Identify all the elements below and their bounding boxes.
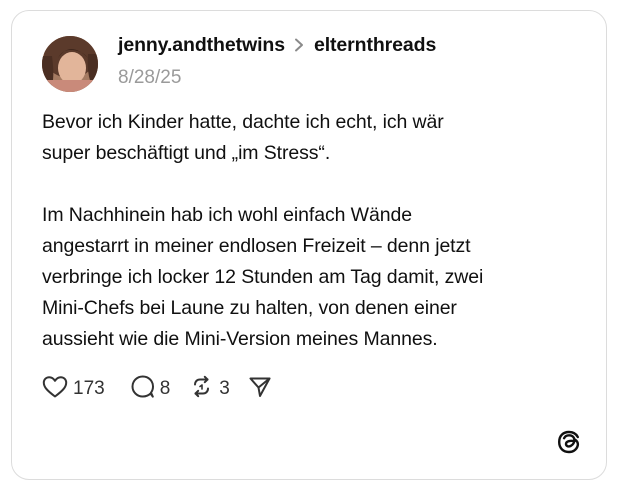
like-count: 173	[73, 378, 105, 399]
post-card: jenny.andthetwins elternthreads 8/28/25 …	[11, 10, 607, 480]
avatar[interactable]	[42, 36, 98, 92]
username-link[interactable]: jenny.andthetwins	[118, 34, 285, 57]
post-text-line: verbringe ich locker 12 Stunden am Tag d…	[42, 266, 484, 288]
post-header: jenny.andthetwins elternthreads	[118, 30, 436, 60]
post-text-line: aussieht wie die Mini-Version meines Man…	[42, 328, 438, 350]
reply-button[interactable]: 8	[130, 374, 171, 404]
repost-count: 3	[219, 378, 230, 399]
post-text-line: Im Nachhinein hab ich wohl einfach Wände	[42, 204, 412, 226]
repost-icon	[189, 374, 214, 404]
action-bar: 173 8 3	[42, 374, 272, 404]
post-text-line: Mini-Chefs bei Laune zu halten, von dene…	[42, 297, 457, 319]
like-button[interactable]: 173	[42, 375, 105, 404]
threads-logo-icon[interactable]	[555, 428, 583, 456]
post-text-line: angestarrt in meiner endlosen Freizeit –…	[42, 235, 471, 257]
community-link[interactable]: elternthreads	[314, 34, 436, 57]
share-button[interactable]	[248, 375, 272, 404]
reply-count: 8	[159, 378, 171, 399]
heart-icon	[42, 375, 68, 404]
post-body: Bevor ich Kinder hatte, dachte ich echt,…	[42, 107, 582, 355]
send-icon	[248, 375, 272, 404]
repost-button[interactable]: 3	[189, 374, 230, 404]
post-text-line: super beschäftigt und „im Stress“.	[42, 142, 331, 164]
chevron-right-icon	[294, 38, 304, 52]
post-text-line: Bevor ich Kinder hatte, dachte ich echt,…	[42, 111, 444, 133]
speech-bubble-icon	[130, 374, 155, 404]
post-date: 8/28/25	[118, 67, 182, 88]
avatar-image	[42, 36, 98, 92]
